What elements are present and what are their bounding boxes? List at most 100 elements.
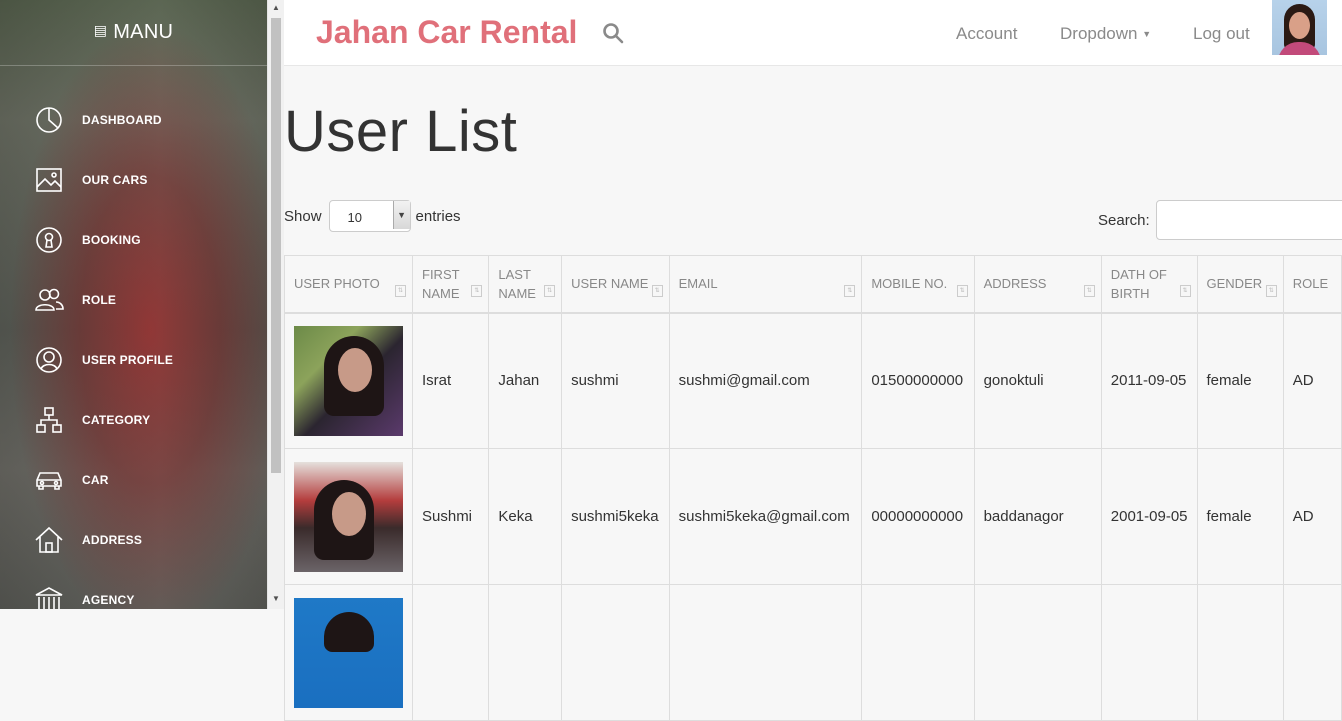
first-name-cell: Sushmi [411,448,490,585]
column-header[interactable]: USER NAME ⇅ [561,255,670,314]
sort-icon: ⇅ [844,285,856,297]
scroll-down-icon[interactable]: ▼ [268,594,284,603]
search-input[interactable] [1156,200,1342,240]
sidebar-scrollbar[interactable]: ▲ ▼ [267,0,284,609]
user-photo-cell [284,448,413,585]
address-cell: baddanagor [973,448,1102,585]
sidebar-item-label: DASHBOARD [82,113,162,127]
sidebar-item-label: CAR [82,473,109,487]
dropdown-link[interactable]: Dropdown ▼ [1060,24,1151,44]
user-photo [294,598,403,708]
logout-link[interactable]: Log out [1193,24,1250,44]
mobile-cell: 01500000000 [861,312,975,449]
column-header[interactable]: ROLE [1282,255,1342,314]
email-cell [668,584,863,721]
column-header[interactable]: DATH OF BIRTH ⇅ [1100,255,1198,314]
home-icon [35,526,63,553]
dropdown-label: Dropdown [1060,24,1138,43]
scroll-up-icon[interactable]: ▲ [268,3,284,12]
sidebar-item-category[interactable]: CATEGORY [34,404,150,436]
column-header[interactable]: LAST NAME ⇅ [488,255,563,314]
menu-header[interactable]: ▤ MANU [0,0,267,66]
sidebar-item-agency[interactable]: AGENCY [34,584,135,609]
sidebar-item-label: ADDRESS [82,533,143,547]
gender-cell [1196,584,1284,721]
car-icon [36,472,62,490]
entries-value: 10 [347,210,362,225]
sort-icon: ⇅ [471,285,483,297]
bank-icon [35,587,63,609]
menu-title: MANU [113,21,174,43]
sidebar-item-user-profile[interactable]: USER PROFILE [34,344,173,376]
sidebar-item-booking[interactable]: BOOKING [34,224,141,256]
user-name-cell: sushmi [561,312,670,449]
address-cell: gonoktuli [973,312,1102,449]
column-header[interactable]: USER PHOTO ⇅ [284,255,413,314]
sidebar-item-car[interactable]: CAR [34,464,109,496]
table-row[interactable] [284,584,1342,721]
user-name-cell: sushmi5keka [561,448,670,585]
sort-icon: ⇅ [651,285,663,297]
sidebar-item-label: BOOKING [82,233,141,247]
entries-select[interactable]: 10 ▼ [328,200,411,232]
entries-length-control: Show 10 ▼ entries [284,200,461,232]
pie-chart-icon [36,107,62,133]
email-cell: sushmi5keka@gmail.com [668,448,863,585]
sort-icon: ⇅ [395,285,406,297]
show-label: Show [284,207,322,225]
user-circle-icon [36,347,62,373]
entries-label: entries [415,207,461,225]
top-navbar: Jahan Car Rental Account Dropdown ▼ Log … [284,0,1342,66]
sidebar-item-our-cars[interactable]: OUR CARS [34,164,148,196]
sidebar-item-label: USER PROFILE [82,353,174,367]
table-row[interactable]: Israt Jahan sushmi sushmi@gmail.com 0150… [284,312,1342,449]
sort-icon: ⇅ [544,285,556,297]
first-name-cell [411,584,490,721]
column-header[interactable]: GENDER ⇅ [1196,255,1284,314]
brand-title[interactable]: Jahan Car Rental [316,14,577,51]
column-header[interactable]: ADDRESS ⇅ [973,255,1102,314]
gender-cell: female [1196,312,1284,449]
sort-icon: ⇅ [1179,285,1191,297]
avatar[interactable] [1272,0,1327,55]
role-cell [1282,584,1342,721]
hamburger-icon: ▤ [93,22,108,38]
user-photo [294,461,403,572]
sidebar: ▤ MANU DASHBOARD OUR CARS BOOKING ROLE U… [0,0,267,609]
address-cell [973,584,1102,721]
user-name-cell [561,584,670,721]
table-row[interactable]: Sushmi Keka sushmi5keka sushmi5keka@gmai… [284,448,1342,585]
last-name-cell [488,584,563,721]
gender-cell: female [1196,448,1284,585]
search-icon[interactable] [602,22,624,44]
sidebar-item-address[interactable]: ADDRESS [34,524,142,556]
users-icon [35,288,64,311]
scroll-thumb[interactable] [271,18,281,473]
mobile-cell [861,584,975,721]
chevron-down-icon: ▼ [392,201,410,229]
dob-cell [1100,584,1198,721]
keyhole-icon [36,227,62,253]
sidebar-item-role[interactable]: ROLE [34,284,116,316]
column-header[interactable]: MOBILE NO. ⇅ [861,255,975,314]
hierarchy-icon [36,407,62,433]
last-name-cell: Jahan [488,312,563,449]
sidebar-item-label: ROLE [82,293,117,307]
page-title: User List [284,99,518,164]
first-name-cell: Israt [411,312,490,449]
table-header-row: USER PHOTO ⇅ FIRST NAME ⇅ LAST NAME ⇅ USER … [284,255,1342,314]
user-photo [294,325,403,436]
sort-icon: ⇅ [1265,285,1277,297]
search-label: Search: [1098,212,1150,229]
image-icon [36,168,62,192]
sidebar-item-dashboard[interactable]: DASHBOARD [34,104,162,136]
column-header[interactable]: FIRST NAME ⇅ [411,255,490,314]
account-link[interactable]: Account [956,24,1017,44]
sidebar-item-label: OUR CARS [82,173,148,187]
column-header[interactable]: EMAIL ⇅ [668,255,863,314]
caret-down-icon: ▼ [1142,29,1152,39]
sidebar-item-label: AGENCY [82,593,135,607]
role-cell: AD [1282,448,1342,585]
users-table: USER PHOTO ⇅ FIRST NAME ⇅ LAST NAME ⇅ USER … [284,255,1342,721]
last-name-cell: Keka [488,448,563,585]
